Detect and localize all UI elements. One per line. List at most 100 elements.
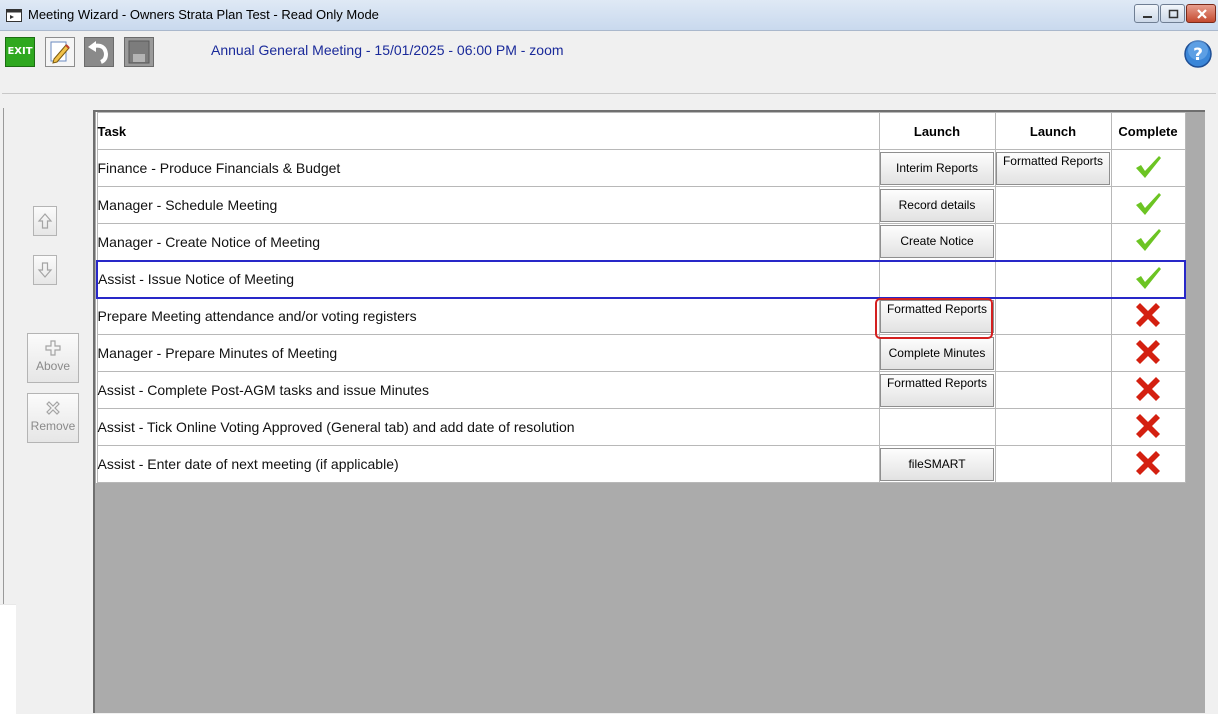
table-row[interactable]: Assist - Issue Notice of Meeting: [96, 259, 1186, 299]
toolbar: EXIT Annual General Meeting - 15/01/2025…: [0, 31, 1218, 93]
add-above-button[interactable]: Above: [27, 333, 79, 383]
cross-icon: [1134, 450, 1162, 479]
edit-pencil-icon: [50, 41, 70, 64]
window-title: Meeting Wizard - Owners Strata Plan Test…: [28, 7, 379, 22]
background-panel: [0, 604, 16, 714]
task-cell[interactable]: Assist - Issue Notice of Meeting: [96, 259, 880, 299]
task-grid: Task Launch Launch Complete Finance - Pr…: [96, 112, 1186, 483]
cross-icon: [1134, 302, 1162, 331]
grid-header-row: Task Launch Launch Complete: [96, 112, 1186, 150]
edit-button[interactable]: [45, 37, 75, 67]
complete-cell[interactable]: [1110, 149, 1186, 187]
undo-button[interactable]: [84, 37, 114, 67]
task-cell[interactable]: Assist - Enter date of next meeting (if …: [96, 445, 880, 483]
launch-cell-2: [994, 445, 1112, 483]
toolbar-divider: [2, 93, 1216, 94]
table-row[interactable]: Assist - Tick Online Voting Approved (Ge…: [96, 408, 1186, 446]
task-cell[interactable]: Assist - Tick Online Voting Approved (Ge…: [96, 408, 880, 446]
remove-button[interactable]: Remove: [27, 393, 79, 443]
header-task[interactable]: Task: [96, 112, 880, 150]
launch-cell-2: [994, 223, 1112, 261]
cross-icon: [1134, 413, 1162, 442]
maximize-button[interactable]: [1160, 4, 1185, 23]
minimize-icon: [1143, 16, 1152, 18]
header-launch-2[interactable]: Launch: [994, 112, 1112, 150]
table-row[interactable]: Prepare Meeting attendance and/or voting…: [96, 297, 1186, 335]
checkmark-icon: [1133, 155, 1163, 183]
launch-button[interactable]: Interim Reports: [880, 151, 994, 185]
maximize-icon: [1168, 9, 1179, 19]
app-icon: [6, 9, 22, 22]
plus-icon: [45, 340, 61, 356]
complete-cell[interactable]: [1110, 334, 1186, 372]
table-row[interactable]: Finance - Produce Financials & Budget Int…: [96, 149, 1186, 187]
launch-cell-2: [994, 408, 1112, 446]
header-launch-1[interactable]: Launch: [878, 112, 996, 150]
table-row[interactable]: Manager - Create Notice of Meeting Create…: [96, 223, 1186, 261]
launch-cell-2: Formatted Reports: [994, 149, 1112, 187]
launch-button[interactable]: Record details: [880, 188, 994, 222]
task-cell[interactable]: Prepare Meeting attendance and/or voting…: [96, 297, 880, 335]
move-down-button[interactable]: [33, 255, 57, 285]
task-cell[interactable]: Manager - Schedule Meeting: [96, 186, 880, 224]
remove-x-icon: [46, 401, 60, 415]
complete-cell[interactable]: [1110, 371, 1186, 409]
launch-cell-1: Formatted Reports: [878, 371, 996, 409]
move-up-button[interactable]: [33, 206, 57, 236]
arrow-down-icon: [37, 262, 53, 278]
complete-cell[interactable]: [1110, 223, 1186, 261]
table-row[interactable]: Manager - Prepare Minutes of Meeting Comp…: [96, 334, 1186, 372]
complete-cell[interactable]: [1110, 408, 1186, 446]
remove-label: Remove: [30, 419, 76, 433]
save-button[interactable]: [124, 37, 154, 67]
launch-button[interactable]: Create Notice: [880, 225, 994, 259]
launch-button[interactable]: fileSMART: [880, 447, 994, 481]
table-row[interactable]: Assist - Complete Post-AGM tasks and iss…: [96, 371, 1186, 409]
table-row[interactable]: Manager - Schedule Meeting Record details: [96, 186, 1186, 224]
arrow-up-icon: [37, 213, 53, 229]
title-bar: Meeting Wizard - Owners Strata Plan Test…: [0, 0, 1218, 31]
complete-cell[interactable]: [1110, 259, 1186, 299]
launch-cell-1: Create Notice: [878, 223, 996, 261]
task-cell[interactable]: Assist - Complete Post-AGM tasks and iss…: [96, 371, 880, 409]
header-complete[interactable]: Complete: [1110, 112, 1186, 150]
task-cell[interactable]: Manager - Prepare Minutes of Meeting: [96, 334, 880, 372]
table-row[interactable]: Assist - Enter date of next meeting (if …: [96, 445, 1186, 483]
save-disk-icon: [128, 40, 150, 64]
launch-cell-1: [878, 408, 996, 446]
launch-button[interactable]: Formatted Reports: [880, 299, 994, 333]
launch-cell-1: Interim Reports: [878, 149, 996, 187]
meeting-title: Annual General Meeting - 15/01/2025 - 06…: [211, 42, 564, 58]
launch-cell-1: [878, 259, 996, 299]
launch-button[interactable]: Formatted Reports: [880, 373, 994, 407]
above-label: Above: [35, 359, 71, 373]
help-icon[interactable]: ?: [1184, 40, 1212, 68]
row-controls-panel: Above Remove: [3, 108, 87, 608]
launch-cell-2: [994, 297, 1112, 335]
launch-cell-1: Complete Minutes: [878, 334, 996, 372]
launch-cell-2: [994, 186, 1112, 224]
launch-cell-2: [994, 371, 1112, 409]
complete-cell[interactable]: [1110, 186, 1186, 224]
exit-button[interactable]: EXIT: [5, 37, 35, 67]
task-cell[interactable]: Finance - Produce Financials & Budget: [96, 149, 880, 187]
close-icon: [1197, 9, 1207, 19]
launch-cell-1: Formatted Reports: [878, 297, 996, 335]
cross-icon: [1134, 339, 1162, 368]
complete-cell[interactable]: [1110, 445, 1186, 483]
checkmark-icon: [1133, 229, 1163, 256]
launch-cell-1: Record details: [878, 186, 996, 224]
cross-icon: [1134, 376, 1162, 405]
minimize-button[interactable]: [1134, 4, 1159, 23]
task-cell[interactable]: Manager - Create Notice of Meeting: [96, 223, 880, 261]
checkmark-icon: [1133, 192, 1163, 220]
task-grid-area: Task Launch Launch Complete Finance - Pr…: [93, 110, 1205, 713]
launch-button[interactable]: Formatted Reports: [996, 151, 1110, 185]
exit-label: EXIT: [7, 46, 33, 57]
checkmark-icon: [1133, 266, 1163, 294]
complete-cell[interactable]: [1110, 297, 1186, 335]
launch-cell-2: [994, 259, 1112, 299]
close-button[interactable]: [1186, 4, 1216, 23]
launch-button[interactable]: Complete Minutes: [880, 336, 994, 370]
svg-text:?: ?: [1193, 45, 1203, 65]
